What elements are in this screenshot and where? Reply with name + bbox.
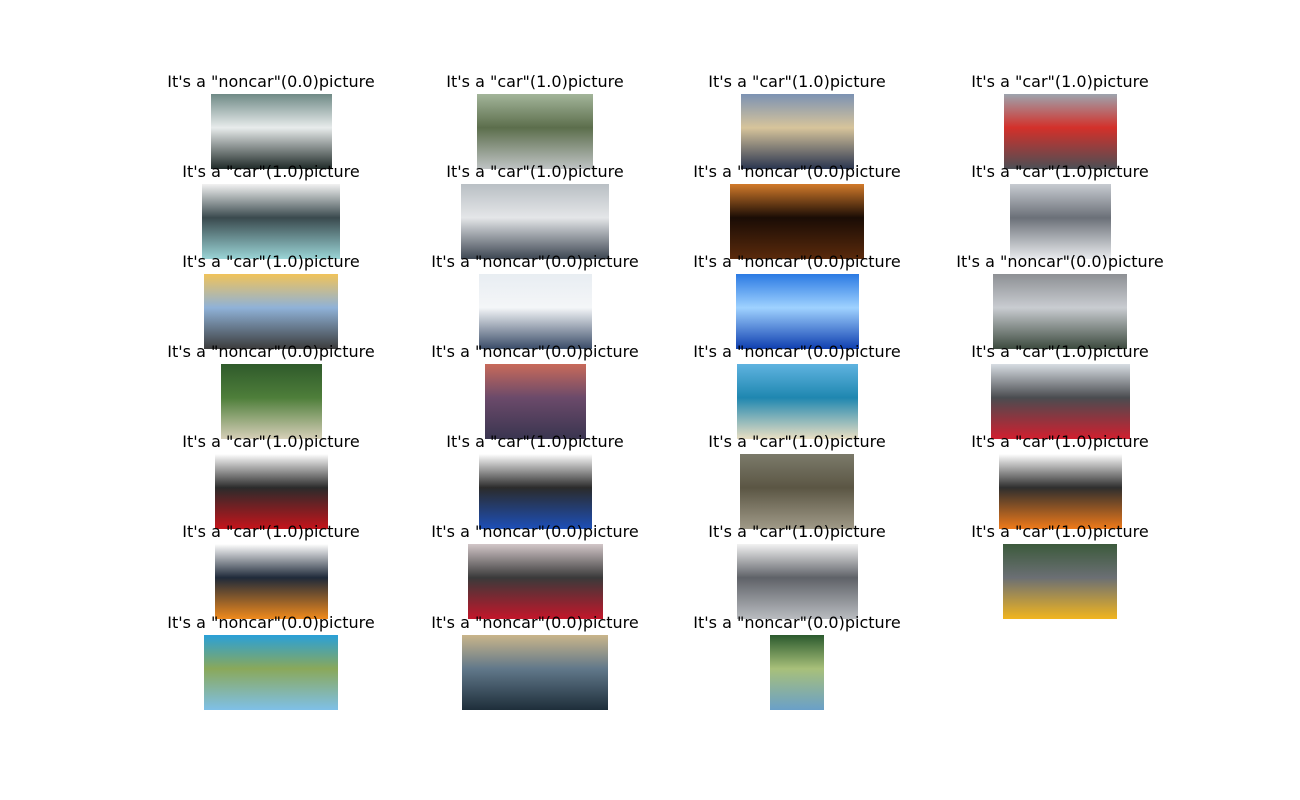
- subplot-title: It's a "noncar"(0.0)picture: [693, 252, 901, 271]
- subplot-cell: It's a "car"(1.0)picture: [647, 72, 947, 169]
- subplot-cell: It's a "car"(1.0)picture: [385, 162, 685, 259]
- subplot-cell: It's a "car"(1.0)picture: [385, 432, 685, 529]
- subplot-cell: It's a "noncar"(0.0)picture: [121, 342, 421, 439]
- subplot-cell: It's a "car"(1.0)picture: [910, 432, 1210, 529]
- subplot-title: It's a "car"(1.0)picture: [182, 522, 360, 541]
- thumbnail-image: [461, 184, 609, 259]
- subplot-cell: It's a "car"(1.0)picture: [910, 72, 1210, 169]
- subplot-cell: It's a "car"(1.0)picture: [647, 522, 947, 619]
- subplot-title: It's a "noncar"(0.0)picture: [167, 72, 375, 91]
- thumbnail-image: [736, 544, 858, 619]
- subplot-title: It's a "noncar"(0.0)picture: [167, 613, 375, 632]
- subplot-cell: It's a "car"(1.0)picture: [121, 252, 421, 349]
- subplot-title: It's a "car"(1.0)picture: [971, 432, 1149, 451]
- subplot-cell: It's a "noncar"(0.0)picture: [647, 613, 947, 710]
- subplot-cell: It's a "noncar"(0.0)picture: [647, 342, 947, 439]
- subplot-cell: It's a "car"(1.0)picture: [121, 162, 421, 259]
- subplot-cell: It's a "noncar"(0.0)picture: [385, 522, 685, 619]
- thumbnail-image: [998, 454, 1122, 529]
- subplot-title: It's a "car"(1.0)picture: [971, 72, 1149, 91]
- subplot-title: It's a "car"(1.0)picture: [971, 162, 1149, 181]
- subplot-title: It's a "car"(1.0)picture: [182, 432, 360, 451]
- subplot-title: It's a "noncar"(0.0)picture: [431, 522, 639, 541]
- subplot-title: It's a "noncar"(0.0)picture: [431, 342, 639, 361]
- subplot-title: It's a "car"(1.0)picture: [182, 252, 360, 271]
- subplot-cell: It's a "noncar"(0.0)picture: [647, 252, 947, 349]
- subplot-title: It's a "car"(1.0)picture: [446, 432, 624, 451]
- subplot-cell: It's a "noncar"(0.0)picture: [647, 162, 947, 259]
- subplot-title: It's a "car"(1.0)picture: [708, 72, 886, 91]
- subplot-title: It's a "noncar"(0.0)picture: [956, 252, 1164, 271]
- thumbnail-image: [484, 364, 586, 439]
- subplot-title: It's a "car"(1.0)picture: [446, 72, 624, 91]
- subplot-cell: It's a "car"(1.0)picture: [910, 342, 1210, 439]
- subplot-title: It's a "noncar"(0.0)picture: [693, 613, 901, 632]
- thumbnail-image: [1009, 184, 1111, 259]
- subplot-title: It's a "car"(1.0)picture: [708, 522, 886, 541]
- thumbnail-image: [478, 274, 592, 349]
- subplot-cell: It's a "noncar"(0.0)picture: [385, 342, 685, 439]
- subplot-cell: It's a "noncar"(0.0)picture: [385, 613, 685, 710]
- thumbnail-image: [735, 274, 859, 349]
- thumbnail-image: [462, 635, 608, 710]
- subplot-title: It's a "car"(1.0)picture: [971, 522, 1149, 541]
- subplot-cell: It's a "car"(1.0)picture: [647, 432, 947, 529]
- subplot-cell: It's a "noncar"(0.0)picture: [385, 252, 685, 349]
- thumbnail-image: [993, 274, 1127, 349]
- thumbnail-image: [740, 94, 854, 169]
- subplot-title: It's a "car"(1.0)picture: [708, 432, 886, 451]
- subplot-title: It's a "noncar"(0.0)picture: [693, 162, 901, 181]
- subplot-title: It's a "noncar"(0.0)picture: [431, 252, 639, 271]
- subplot-title: It's a "car"(1.0)picture: [971, 342, 1149, 361]
- subplot-title: It's a "noncar"(0.0)picture: [167, 342, 375, 361]
- thumbnail-image: [990, 364, 1130, 439]
- thumbnail-image: [740, 454, 854, 529]
- thumbnail-image: [204, 274, 338, 349]
- thumbnail-image: [210, 94, 332, 169]
- subplot-cell: It's a "noncar"(0.0)picture: [910, 252, 1210, 349]
- thumbnail-image: [478, 454, 592, 529]
- subplot-title: It's a "car"(1.0)picture: [182, 162, 360, 181]
- subplot-cell: It's a "car"(1.0)picture: [910, 162, 1210, 259]
- thumbnail-image: [204, 635, 338, 710]
- thumbnail-image: [1003, 94, 1117, 169]
- thumbnail-image: [477, 94, 593, 169]
- thumbnail-image: [770, 635, 824, 710]
- thumbnail-image: [220, 364, 322, 439]
- thumbnail-image: [214, 454, 328, 529]
- subplot-cell: It's a "car"(1.0)picture: [910, 522, 1210, 619]
- subplot-cell: It's a "noncar"(0.0)picture: [121, 72, 421, 169]
- subplot-cell: It's a "car"(1.0)picture: [121, 522, 421, 619]
- subplot-cell: It's a "noncar"(0.0)picture: [121, 613, 421, 710]
- thumbnail-image: [467, 544, 603, 619]
- thumbnail-image: [1003, 544, 1117, 619]
- thumbnail-image: [214, 544, 328, 619]
- subplot-title: It's a "car"(1.0)picture: [446, 162, 624, 181]
- subplot-title: It's a "noncar"(0.0)picture: [693, 342, 901, 361]
- thumbnail-image: [202, 184, 340, 259]
- thumbnail-image: [730, 184, 864, 259]
- subplot-cell: It's a "car"(1.0)picture: [385, 72, 685, 169]
- subplot-title: It's a "noncar"(0.0)picture: [431, 613, 639, 632]
- figure-canvas: It's a "noncar"(0.0)picture It's a "car"(…: [0, 0, 1300, 800]
- thumbnail-image: [736, 364, 858, 439]
- subplot-cell: It's a "car"(1.0)picture: [121, 432, 421, 529]
